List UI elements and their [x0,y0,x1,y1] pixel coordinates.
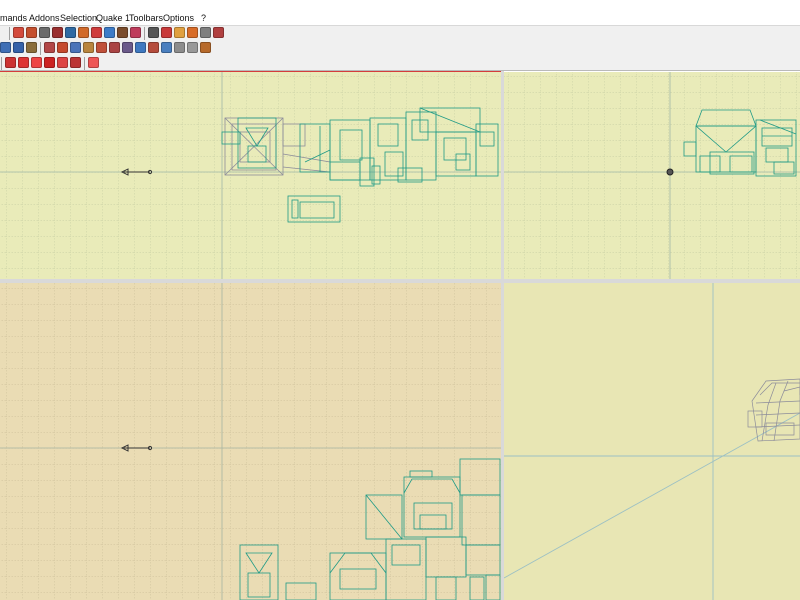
group2-icon[interactable] [148,42,159,53]
arch-red-icon[interactable] [70,57,81,68]
pyramid-red-icon[interactable] [57,57,68,68]
sphere-icon[interactable] [52,27,63,38]
split-icon[interactable] [122,42,133,53]
dice-icon[interactable] [148,27,159,38]
toolbar-row-1 [0,26,280,41]
mirror-icon[interactable] [135,42,146,53]
pin-icon[interactable] [187,27,198,38]
camera-icon[interactable] [57,42,68,53]
menu-commands[interactable]: mands [0,13,27,24]
toolbar-separator [84,57,85,70]
toolbar-area [0,26,800,71]
toolbar-row-2 [0,41,230,56]
box-icon[interactable] [161,27,172,38]
stack-icon[interactable] [13,42,24,53]
arrow-point-icon[interactable] [174,27,185,38]
cube-red-icon[interactable] [5,57,16,68]
tree-icon[interactable] [174,42,185,53]
top-view[interactable] [0,72,501,279]
menu-bar: mands Addons Selection Quake 1 Toolbars … [0,0,800,26]
menu-toolbars[interactable]: Toolbars [129,13,163,24]
nav-icon[interactable] [44,42,55,53]
sphere-red-icon[interactable] [18,57,29,68]
viewport-splitter-horizontal[interactable] [0,279,800,283]
menu-addons[interactable]: Addons [29,13,60,24]
wedge-icon[interactable] [200,27,211,38]
menu-selection[interactable]: Selection [60,13,97,24]
home-icon[interactable] [96,42,107,53]
menu-quake1[interactable]: Quake 1 [96,13,130,24]
cut-icon[interactable] [117,27,128,38]
brush-icon[interactable] [13,27,24,38]
front-view[interactable] [0,283,501,600]
toolbar-separator [1,57,2,70]
menu-help[interactable]: ? [201,13,206,24]
prism-icon[interactable] [104,27,115,38]
front-view-canvas[interactable] [0,283,501,600]
toolbar-separator [144,27,145,40]
camera-marker-side[interactable] [666,168,674,176]
bridge-icon[interactable] [161,42,172,53]
menu-options[interactable]: Options [163,13,194,24]
top-view-canvas[interactable] [0,72,501,279]
hand-icon[interactable] [130,27,141,38]
entity-icon[interactable] [91,27,102,38]
torus-red-icon[interactable] [88,57,99,68]
3d-view[interactable] [504,283,800,600]
arrow-icon[interactable] [83,42,94,53]
faces-icon[interactable] [109,42,120,53]
block-icon[interactable] [213,27,224,38]
cube-icon[interactable] [39,27,50,38]
side-view-canvas[interactable] [504,72,800,279]
cylinder-red-icon[interactable] [31,57,42,68]
wand-icon[interactable] [26,27,37,38]
toolbar-row-3 [0,56,225,71]
tile-icon[interactable] [26,42,37,53]
side-view[interactable] [504,72,800,279]
group-icon[interactable] [78,27,89,38]
gear-icon[interactable] [200,42,211,53]
3d-view-canvas[interactable] [504,283,800,600]
texture-icon[interactable] [65,27,76,38]
select-icon[interactable] [70,42,81,53]
viewport-splitter-vertical[interactable] [501,71,504,600]
checkerboard-icon[interactable] [187,42,198,53]
cone-red-icon[interactable] [44,57,55,68]
toolbar-separator [40,42,41,55]
toolbar-separator [9,27,10,40]
paste-icon[interactable] [0,42,11,53]
